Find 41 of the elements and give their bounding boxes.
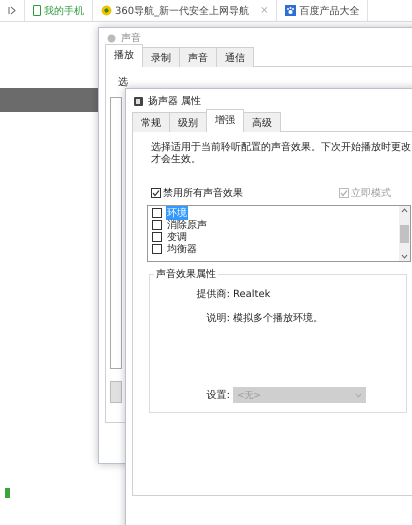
description-label: 说明: xyxy=(206,312,230,325)
sidebar-toggle-icon[interactable] xyxy=(8,6,16,15)
disable-effects-checkbox[interactable]: 禁用所有声音效果 xyxy=(151,186,243,200)
speaker-icon xyxy=(107,34,116,42)
scrollbar[interactable] xyxy=(399,206,410,261)
tab[interactable]: 录制 xyxy=(142,47,180,67)
browser-tab[interactable]: 我的手机 xyxy=(25,0,93,21)
checkbox[interactable] xyxy=(152,232,162,242)
tab[interactable]: 级别 xyxy=(169,112,207,132)
effect-item[interactable]: 变调 xyxy=(166,230,188,244)
phone-icon xyxy=(33,5,41,16)
close-icon: × xyxy=(260,5,268,16)
checkbox[interactable] xyxy=(151,188,161,198)
checkbox[interactable] xyxy=(152,220,162,230)
checkbox[interactable] xyxy=(152,244,162,254)
tab[interactable]: 声音 xyxy=(179,47,217,67)
window-title: 声音 xyxy=(121,32,141,45)
description-text: 选择适用于当前聆听配置的声音效果。下次开始播放时更改才会生效。 xyxy=(151,142,412,166)
speaker-icon xyxy=(134,96,143,106)
effect-item[interactable]: 均衡器 xyxy=(166,242,198,256)
group-title: 声音效果属性 xyxy=(155,268,217,281)
chevron-down-icon xyxy=(355,392,362,398)
cut-text: 选 xyxy=(118,76,129,89)
window-title: 扬声器 属性 xyxy=(148,94,202,108)
description-value: 模拟多个播放环境。 xyxy=(233,312,324,325)
tab[interactable]: 常规 xyxy=(132,112,170,132)
scroll-down-icon[interactable] xyxy=(401,254,408,259)
settings-label: 设置: xyxy=(206,388,230,402)
tab[interactable]: 通信 xyxy=(216,47,254,67)
checkbox[interactable] xyxy=(152,208,162,218)
browser-tab[interactable]: 360导航_新一代安全上网导航 × xyxy=(93,0,278,21)
tab[interactable]: 高级 xyxy=(243,112,281,132)
browser-tab[interactable]: 百度产品大全 xyxy=(277,0,368,21)
scroll-up-icon[interactable] xyxy=(401,208,408,213)
provider-value: Realtek xyxy=(233,288,272,300)
tab[interactable]: 增强 xyxy=(206,109,244,132)
provider-label: 提供商: xyxy=(196,288,230,301)
globe-icon xyxy=(101,5,112,16)
effect-item[interactable]: 消除原声 xyxy=(166,218,208,232)
paw-icon xyxy=(285,5,296,16)
tab[interactable]: 播放 xyxy=(105,44,143,67)
